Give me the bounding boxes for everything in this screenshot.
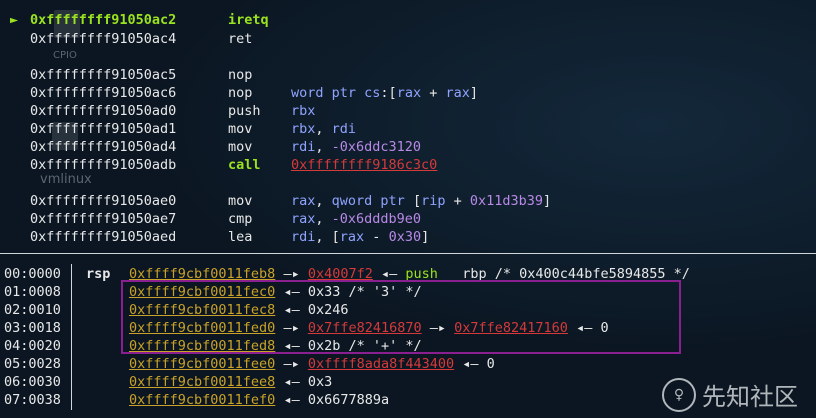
instruction-mnemonic: push — [228, 103, 261, 119]
instruction-operands: rdi, [rax - 0x30] — [291, 228, 429, 246]
stack-value-chain: 0xffff9cbf0011fee8 ◂— 0x3 — [129, 373, 332, 391]
operand-token: + — [421, 85, 446, 101]
operand-token: rip — [421, 193, 446, 209]
stack-token[interactable]: 0xffff9cbf0011fee0 — [129, 356, 275, 372]
operand-token: , — [315, 121, 332, 137]
instruction-mnemonic: iretq — [228, 12, 269, 28]
instruction-address: 0xffffffff91050adb — [30, 157, 177, 173]
operand-token: rbx — [291, 121, 316, 137]
instruction-operands: rbx — [291, 102, 315, 120]
instruction-operands: rdi, -0x6ddc3120 — [291, 138, 421, 156]
operand-token: , — [315, 211, 332, 227]
stack-index-divider — [71, 264, 72, 410]
operand-token[interactable]: 0xffffffff9186c3c0 — [291, 157, 437, 173]
instruction-mnemonic: lea — [228, 229, 253, 245]
instruction-operands: rax, qword ptr [rip + 0x11d3b39] — [291, 192, 551, 210]
instruction-address: 0xffffffff91050ad1 — [30, 121, 177, 137]
instruction-mnemonic: cmp — [228, 211, 253, 227]
instruction-operands: word ptr cs:[rax + rax] — [291, 84, 478, 102]
highlight-box — [121, 280, 681, 354]
operand-token: :[ — [380, 85, 397, 101]
instruction-address: 0xffffffff91050ac6 — [30, 85, 177, 101]
stack-offset: 02:0010 — [4, 302, 61, 318]
stack-value-chain: 0xffff9cbf0011fef0 ◂— 0x6677889a — [129, 391, 389, 409]
operand-token: rdi — [331, 121, 357, 137]
stack-token[interactable]: 0xffff8ada8f443400 — [308, 356, 454, 372]
stack-offset: 01:0008 — [4, 284, 61, 300]
operand-token: cs — [364, 85, 381, 101]
instruction-address: 0xffffffff91050ad0 — [30, 103, 177, 119]
stack-offset: 06:0030 — [4, 374, 61, 390]
operand-token: rbx — [291, 103, 316, 119]
stack-register-label: rsp — [86, 266, 111, 282]
operand-token: qword ptr — [331, 193, 413, 209]
instruction-operands: rax, -0x6dddb9e0 — [291, 210, 421, 228]
instruction-operands: 0xffffffff9186c3c0 — [291, 156, 437, 174]
watermark: ♀ 先知社区 — [662, 377, 798, 412]
operand-token: -0x6ddc3120 — [331, 139, 422, 155]
operand-token: 0x30 — [388, 229, 422, 245]
stack-token: —▸ — [275, 356, 308, 372]
instruction-mnemonic: nop — [228, 67, 253, 83]
operand-token: , — [315, 139, 332, 155]
stack-token: ◂— 0 — [454, 356, 495, 372]
instruction-mnemonic: mov — [228, 121, 253, 137]
operand-token: rax — [339, 229, 365, 245]
operand-token: 0x11d3b39 — [469, 193, 544, 209]
instruction-operands: rbx, rdi — [291, 120, 356, 138]
operand-token: -0x6dddb9e0 — [331, 211, 422, 227]
operand-token: , [ — [315, 229, 340, 245]
operand-token: , — [315, 193, 332, 209]
stack-offset: 03:0018 — [4, 320, 61, 336]
operand-token: ] — [543, 193, 552, 209]
instruction-address: 0xffffffff91050ac4 — [30, 31, 177, 47]
stack-offset: 00:0000 — [4, 266, 61, 282]
operand-token: rax — [291, 193, 316, 209]
watermark-logo-icon: ♀ — [662, 377, 696, 412]
instruction-address: 0xffffffff91050ad4 — [30, 139, 177, 155]
operand-token: rax — [291, 211, 316, 227]
instruction-address: 0xffffffff91050aed — [30, 229, 177, 245]
stack-value-chain: 0xffff9cbf0011fee0 —▸ 0xffff8ada8f443400… — [129, 355, 495, 373]
instruction-address: 0xffffffff91050ae0 — [30, 193, 177, 209]
instruction-mnemonic: mov — [228, 193, 253, 209]
operand-token: ] — [469, 85, 478, 101]
operand-token: + — [445, 193, 470, 209]
stack-offset: 05:0028 — [4, 356, 61, 372]
stack-offset: 07:0038 — [4, 392, 61, 408]
panel-separator — [0, 253, 816, 254]
stack-token[interactable]: 0xffff9cbf0011fef0 — [129, 392, 275, 408]
operand-token: [ — [412, 193, 422, 209]
instruction-address: 0xffffffff91050ac2 — [30, 12, 177, 28]
operand-token: word ptr — [291, 85, 365, 101]
vmlinux-icon-label: vmlinux — [40, 172, 92, 187]
instruction-address: 0xffffffff91050ac5 — [30, 67, 177, 83]
operand-token: ] — [421, 229, 430, 245]
operand-token: rdi — [291, 229, 316, 245]
instruction-mnemonic: call — [228, 157, 261, 173]
operand-token: rax — [396, 85, 422, 101]
stack-token: ◂— 0x3 — [275, 374, 333, 390]
instruction-mnemonic: mov — [228, 139, 253, 155]
operand-token: rdi — [291, 139, 316, 155]
cpio-icon-label: CPIO — [53, 50, 77, 61]
current-instruction-marker-icon: ► — [10, 12, 19, 28]
instruction-address: 0xffffffff91050ae7 — [30, 211, 177, 227]
instruction-mnemonic: nop — [228, 85, 253, 101]
stack-token[interactable]: 0xffff9cbf0011fee8 — [129, 374, 275, 390]
instruction-mnemonic: ret — [228, 31, 253, 47]
operand-token: - — [364, 229, 389, 245]
operand-token: rax — [445, 85, 470, 101]
stack-offset: 04:0020 — [4, 338, 61, 354]
watermark-text: 先知社区 — [702, 383, 798, 411]
stack-token: ◂— 0x6677889a — [275, 392, 390, 408]
